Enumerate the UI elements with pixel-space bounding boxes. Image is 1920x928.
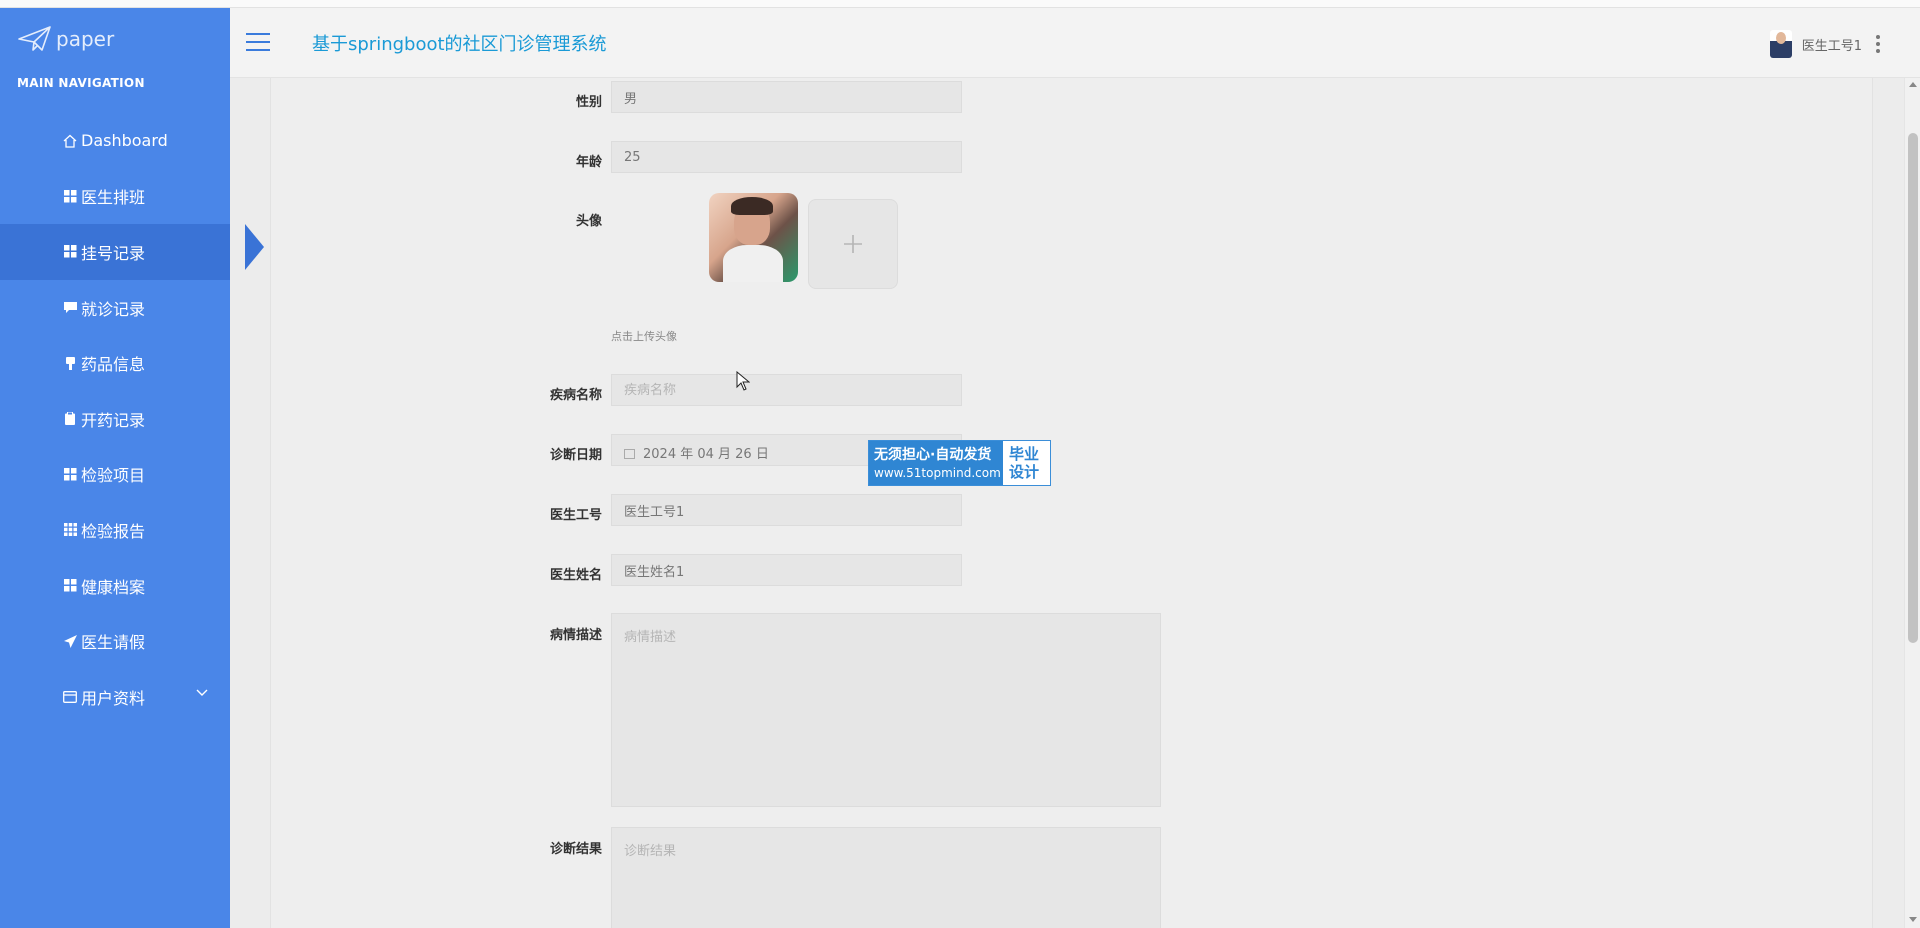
grid-icon xyxy=(63,467,77,481)
grid-icon xyxy=(63,245,77,259)
disease-input[interactable] xyxy=(611,374,962,406)
watermark-right1: 毕业 xyxy=(1009,445,1040,463)
paper-plane-icon xyxy=(18,26,51,51)
home-icon xyxy=(63,134,77,148)
diagnosis-date-label: 诊断日期 xyxy=(549,448,602,463)
disease-label: 疾病名称 xyxy=(549,388,602,403)
card-icon xyxy=(63,690,77,704)
sidebar: paper MAIN NAVIGATION Dashboard 医生排班 挂号记… xyxy=(0,8,264,928)
sidebar-item-drug-info[interactable]: 药品信息 xyxy=(0,335,230,391)
sidebar-item-doctor-leave[interactable]: 医生请假 xyxy=(0,613,230,669)
sidebar-item-label: 就诊记录 xyxy=(81,299,146,319)
description-textarea[interactable] xyxy=(611,613,1161,807)
sidebar-item-label: 医生请假 xyxy=(81,633,146,653)
sidebar-item-test-reports[interactable]: 检验报告 xyxy=(0,502,230,558)
logo[interactable]: paper xyxy=(18,26,114,52)
avatar-upload-hint: 点击上传头像 xyxy=(611,330,677,343)
sidebar-item-prescription-records[interactable]: 开药记录 xyxy=(0,391,230,447)
sidebar-item-label: 挂号记录 xyxy=(81,243,146,263)
sidebar-item-doctor-schedule[interactable]: 医生排班 xyxy=(0,169,230,225)
menu-toggle-icon[interactable] xyxy=(246,33,270,57)
sidebar-item-label: 检验项目 xyxy=(81,466,146,486)
app-title: 基于springboot的社区门诊管理系统 xyxy=(312,34,607,55)
pill-icon xyxy=(63,356,77,370)
sidebar-item-label: 用户资料 xyxy=(81,688,146,708)
sidebar-item-label: 医生排班 xyxy=(81,188,146,208)
doctor-id-label: 医生工号 xyxy=(549,508,602,523)
user-menu[interactable]: 医生工号1 xyxy=(1769,30,1880,58)
gender-field[interactable] xyxy=(611,81,962,113)
watermark-banner: 无须担心·自动发货 www.51topmind.com 毕业 设计 xyxy=(868,440,1051,486)
sidebar-item-visit-records[interactable]: 就诊记录 xyxy=(0,280,230,336)
sidebar-item-label: 药品信息 xyxy=(81,355,146,375)
doctor-id-field[interactable] xyxy=(611,494,962,526)
comment-icon xyxy=(63,301,77,315)
form-panel: 性别 年龄 头像 点击上传头像 疾病名称 诊断日期 2024 年 04 月 26… xyxy=(270,78,1873,928)
avatar[interactable] xyxy=(1769,30,1792,58)
nav-section-label: MAIN NAVIGATION xyxy=(17,76,145,90)
chevron-down-icon[interactable] xyxy=(196,689,208,697)
send-icon xyxy=(63,634,77,648)
sidebar-item-registration-records[interactable]: 挂号记录 xyxy=(0,224,264,280)
watermark-line2: www.51topmind.com xyxy=(874,466,1001,480)
sidebar-item-label: 检验报告 xyxy=(81,521,146,541)
logo-text: paper xyxy=(56,27,115,51)
sidebar-item-health-records[interactable]: 健康档案 xyxy=(0,558,230,614)
more-vertical-icon[interactable] xyxy=(1876,35,1880,53)
watermark-right2: 设计 xyxy=(1009,463,1040,481)
diagnosis-date-value: 2024 年 04 月 26 日 xyxy=(643,447,769,462)
grid-icon xyxy=(63,579,77,593)
page-scrollbar[interactable] xyxy=(1904,78,1920,928)
avatar-upload-button[interactable] xyxy=(808,199,898,289)
clipboard-icon xyxy=(63,412,77,426)
age-label: 年龄 xyxy=(575,155,602,170)
avatar-photo[interactable] xyxy=(709,193,798,282)
sidebar-item-label: 开药记录 xyxy=(81,410,146,430)
window-top-strip xyxy=(0,0,1920,8)
sidebar-item-user-profile[interactable]: 用户资料 xyxy=(0,669,230,725)
description-label: 病情描述 xyxy=(549,628,602,643)
watermark-line1: 无须担心·自动发货 xyxy=(874,447,992,463)
doctor-name-field[interactable] xyxy=(611,554,962,586)
calendar-icon xyxy=(624,449,635,459)
sidebar-item-label: 健康档案 xyxy=(81,577,146,597)
result-textarea[interactable] xyxy=(611,827,1161,928)
scrollbar-thumb[interactable] xyxy=(1908,133,1918,643)
mouse-cursor-icon xyxy=(736,371,750,391)
plus-icon xyxy=(844,235,862,253)
sidebar-item-label: Dashboard xyxy=(81,131,168,151)
nav-list: Dashboard 医生排班 挂号记录 就诊记录 药品信息 开药记录 检验项目 … xyxy=(0,113,264,725)
scroll-down-icon[interactable] xyxy=(1909,917,1917,922)
grid-3x3-icon xyxy=(63,523,77,537)
grid-icon xyxy=(63,189,77,203)
sidebar-item-dashboard[interactable]: Dashboard xyxy=(0,113,230,169)
gender-label: 性别 xyxy=(575,95,602,110)
sidebar-item-test-items[interactable]: 检验项目 xyxy=(0,447,230,503)
result-label: 诊断结果 xyxy=(549,842,602,857)
user-name: 医生工号1 xyxy=(1801,38,1862,54)
doctor-name-label: 医生姓名 xyxy=(549,568,602,583)
avatar-label: 头像 xyxy=(575,214,602,229)
scroll-up-icon[interactable] xyxy=(1909,82,1917,87)
top-header: 基于springboot的社区门诊管理系统 医生工号1 xyxy=(230,8,1920,78)
age-field[interactable] xyxy=(611,141,962,173)
